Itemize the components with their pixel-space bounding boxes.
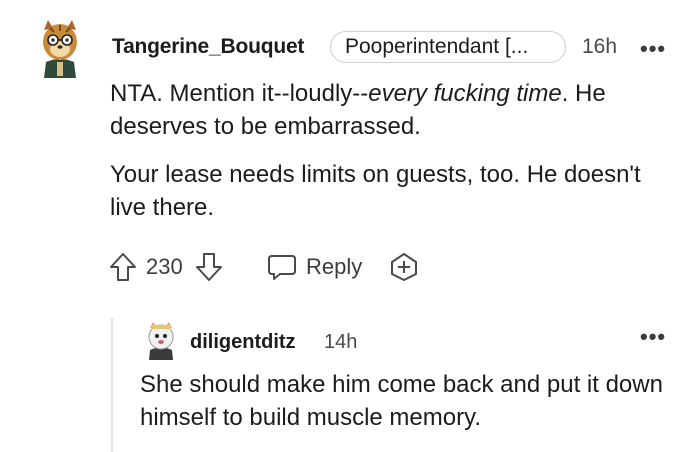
reply-more-options-button[interactable]: ••• [640, 324, 666, 350]
award-plus-icon[interactable] [388, 251, 420, 283]
comment-paragraph-2: Your lease needs limits on guests, too. … [110, 161, 641, 221]
reply-user-avatar[interactable] [144, 322, 178, 360]
comment-paragraph-1: NTA. Mention it--loudly--every fucking t… [110, 80, 606, 140]
vote-score: 230 [146, 254, 183, 279]
arrow-up-icon[interactable] [108, 251, 138, 283]
reply-username[interactable]: diligentditz [190, 331, 296, 354]
user-flair: Pooperintendant [... [330, 31, 566, 63]
more-options-button[interactable]: ••• [640, 36, 666, 62]
reply-text: She should make him come back and put it… [140, 371, 663, 431]
reply-timestamp: 14h [324, 331, 358, 353]
speech-bubble-icon[interactable] [266, 251, 298, 283]
user-avatar[interactable] [36, 18, 84, 78]
comment-username[interactable]: Tangerine_Bouquet [112, 35, 304, 59]
arrow-down-icon[interactable] [194, 251, 224, 283]
comment-timestamp: 16h [582, 35, 618, 58]
reply-button[interactable]: Reply [306, 254, 362, 280]
thread-line[interactable] [111, 318, 113, 452]
